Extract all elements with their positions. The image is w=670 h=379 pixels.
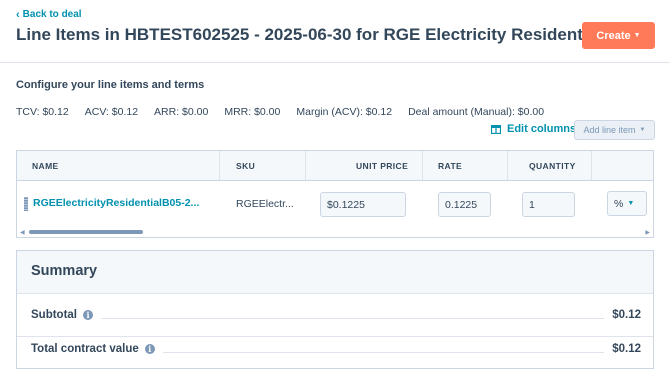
column-header-quantity[interactable]: QUANTITY	[529, 151, 576, 180]
scrollbar-thumb[interactable]	[29, 230, 143, 234]
discount-type-value: %	[614, 197, 624, 210]
rate-input[interactable]: 0.1225	[438, 192, 491, 217]
metric-deal-amount: Deal amount (Manual): $0.00	[408, 106, 545, 118]
line-item-sku: RGEElectr...	[236, 198, 294, 210]
subtotal-value: $0.12	[612, 309, 641, 321]
edit-columns-label: Edit columns	[507, 123, 577, 135]
line-items-table: NAME SKU UNIT PRICE RATE QUANTITY RGEEle…	[16, 150, 654, 238]
scroll-left-arrow-icon[interactable]: ◀	[20, 229, 25, 236]
metric-arr: ARR: $0.00	[154, 106, 209, 118]
column-header-sku[interactable]: SKU	[236, 151, 255, 180]
metric-acv: ACV: $0.12	[84, 106, 139, 118]
caret-down-icon: ▼	[627, 200, 635, 207]
column-header-unit-price[interactable]: UNIT PRICE	[356, 151, 408, 180]
drag-handle-icon[interactable]	[24, 197, 28, 211]
total-contract-value-row: Total contract value i $0.12	[31, 340, 641, 358]
header-divider	[0, 62, 670, 63]
summary-divider	[17, 336, 653, 337]
summary-panel: Summary Subtotal i $0.12 Total contract …	[16, 250, 654, 369]
column-header-rate[interactable]: RATE	[438, 151, 462, 180]
column-divider	[305, 151, 306, 180]
scroll-right-arrow-icon[interactable]: ▶	[645, 229, 650, 236]
caret-down-icon: ▼	[639, 127, 646, 133]
add-line-item-label: Add line item	[583, 125, 636, 135]
column-header-name[interactable]: NAME	[32, 151, 59, 180]
columns-icon	[491, 124, 501, 134]
table-row: RGEElectricityResidentialB05-2... RGEEle…	[17, 180, 653, 226]
column-divider	[507, 151, 508, 180]
leader-line	[162, 351, 605, 353]
deal-metrics: TCV: $0.12 ACV: $0.12 ARR: $0.00 MRR: $0…	[16, 106, 544, 118]
configure-heading: Configure your line items and terms	[16, 79, 205, 91]
line-item-name-link[interactable]: RGEElectricityResidentialB05-2...	[33, 197, 199, 209]
back-to-deal-link[interactable]: ‹ Back to deal	[16, 9, 82, 20]
leader-line	[101, 317, 605, 319]
column-divider	[422, 151, 423, 180]
column-divider	[219, 151, 220, 180]
info-icon[interactable]: i	[144, 344, 155, 354]
discount-type-select[interactable]: % ▼	[607, 191, 647, 216]
column-divider	[591, 151, 592, 180]
metric-tcv: TCV: $0.12	[16, 106, 69, 118]
metric-margin: Margin (ACV): $0.12	[296, 106, 393, 118]
chevron-left-icon: ‹	[16, 8, 20, 21]
subtotal-row: Subtotal i $0.12	[31, 306, 641, 324]
metric-mrr: MRR: $0.00	[224, 106, 281, 118]
unit-price-input[interactable]: $0.1225	[320, 192, 406, 217]
total-contract-value: $0.12	[612, 343, 641, 355]
back-to-deal-label: Back to deal	[22, 9, 82, 20]
edit-columns-button[interactable]: Edit columns	[491, 123, 576, 135]
create-button[interactable]: Create ▼	[582, 22, 655, 49]
total-contract-value-label: Total contract value	[31, 343, 139, 355]
info-icon[interactable]: i	[83, 310, 93, 320]
quantity-input[interactable]: 1	[522, 192, 575, 217]
add-line-item-button[interactable]: Add line item ▼	[574, 120, 655, 140]
summary-title: Summary	[31, 263, 98, 279]
caret-down-icon: ▼	[633, 32, 641, 39]
table-header: NAME SKU UNIT PRICE RATE QUANTITY	[17, 151, 653, 181]
create-button-label: Create	[596, 29, 631, 42]
horizontal-scrollbar[interactable]: ◀ ▶	[17, 228, 653, 237]
page-title: Line Items in HBTEST602525 - 2025-06-30 …	[16, 25, 619, 44]
summary-header: Summary	[17, 251, 653, 294]
subtotal-label: Subtotal	[31, 309, 77, 321]
